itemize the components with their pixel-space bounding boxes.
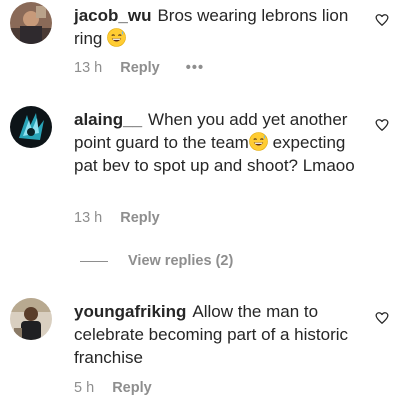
like-heart-icon[interactable] bbox=[375, 118, 389, 132]
comment-meta: 13 h Reply bbox=[74, 208, 160, 228]
comment-text: alaing__ When you add yet another point g… bbox=[74, 108, 364, 177]
avatar[interactable] bbox=[10, 2, 52, 44]
comment-username[interactable]: jacob_wu bbox=[74, 6, 151, 25]
comment-meta: 5 h Reply bbox=[74, 378, 152, 398]
view-replies-label: View replies (2) bbox=[128, 253, 234, 269]
comment-time: 13 h bbox=[74, 210, 103, 226]
grinning-sweat-emoji-icon bbox=[249, 132, 268, 151]
view-replies-button[interactable]: View replies (2) bbox=[80, 251, 233, 271]
comment-meta: 13 h Reply ••• bbox=[74, 58, 204, 78]
reply-button[interactable]: Reply bbox=[120, 208, 160, 228]
reply-button[interactable]: Reply bbox=[120, 58, 160, 78]
avatar[interactable] bbox=[10, 106, 52, 148]
avatar[interactable] bbox=[10, 298, 52, 340]
view-replies-divider bbox=[80, 260, 108, 262]
like-heart-icon[interactable] bbox=[375, 311, 389, 325]
comment-username[interactable]: alaing__ bbox=[74, 110, 142, 129]
comment-text: youngafriking Allow the man to celebrate … bbox=[74, 300, 364, 369]
reply-button[interactable]: Reply bbox=[112, 378, 152, 398]
comment-time: 13 h bbox=[74, 60, 103, 76]
grinning-sweat-emoji-icon bbox=[107, 28, 126, 47]
comment-username[interactable]: youngafriking bbox=[74, 302, 186, 321]
more-options-button[interactable]: ••• bbox=[186, 58, 204, 78]
comment-time: 5 h bbox=[74, 380, 95, 396]
comment-text: jacob_wu Bros wearing lebrons lion ring bbox=[74, 4, 364, 50]
like-heart-icon[interactable] bbox=[375, 13, 389, 27]
